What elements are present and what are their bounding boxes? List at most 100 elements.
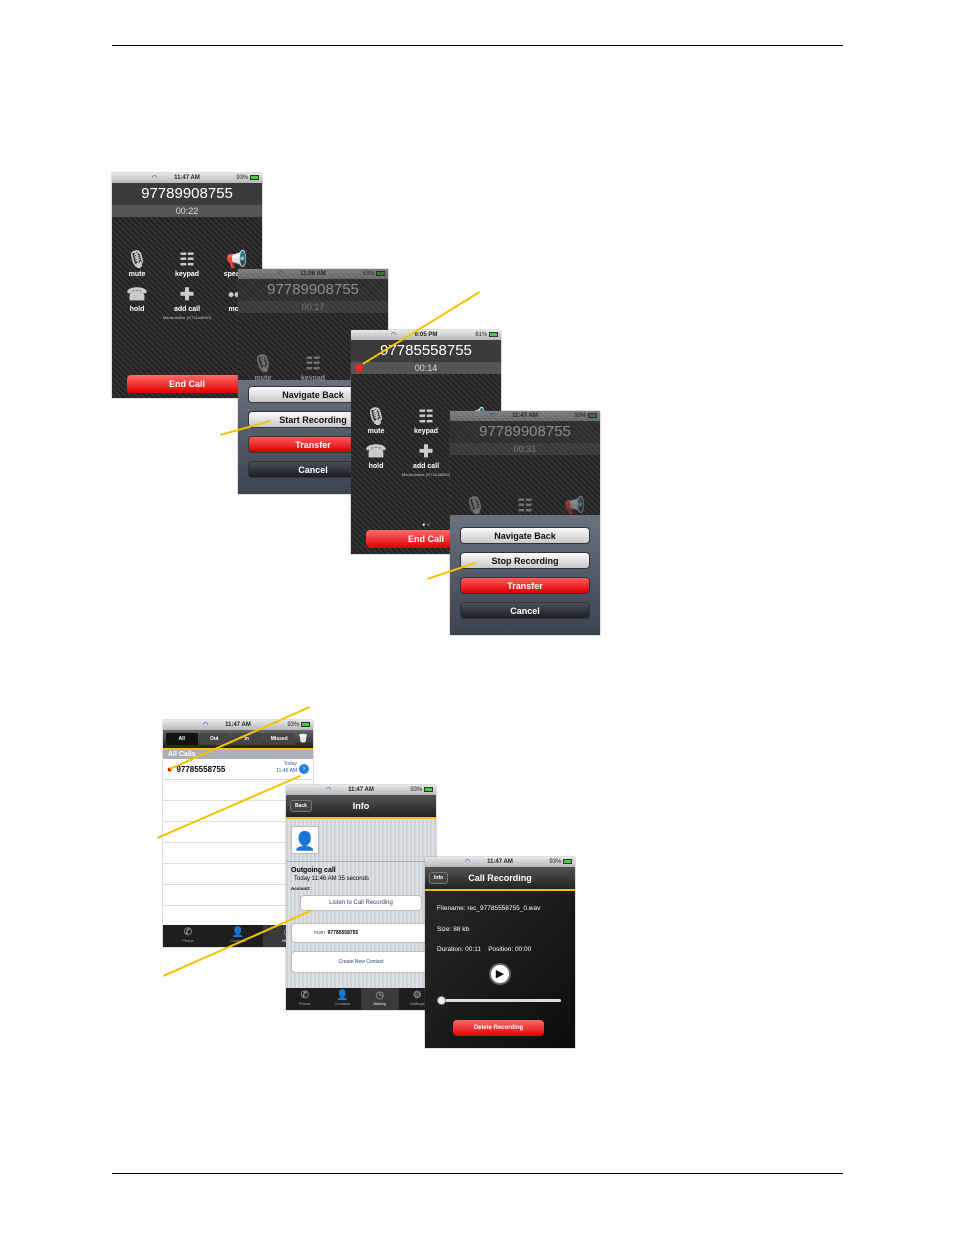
keypad-button: ☷keypad: [288, 353, 338, 382]
speaker-icon: 📢: [226, 250, 248, 269]
nav-title: Call Recording: [468, 873, 532, 883]
action-sheet: Navigate Back Stop Recording Transfer Ca…: [450, 515, 600, 635]
keypad-icon: ☷: [305, 354, 321, 373]
battery-level: 93%: [574, 413, 587, 419]
contact-avatar-icon: 👤: [291, 826, 319, 854]
keypad-icon: ☷: [179, 250, 195, 269]
label: keypad: [413, 428, 439, 435]
keypad-icon: ☷: [517, 496, 533, 515]
call-number: 97789908755: [112, 183, 262, 205]
battery-level: 93%: [362, 271, 375, 277]
battery-level: 93%: [549, 859, 562, 865]
status-time: 11:47 AM: [225, 722, 251, 728]
wifi-icon: ◠: [203, 722, 209, 728]
label: mute: [367, 428, 385, 435]
label: keypad: [174, 271, 200, 278]
entry-day: Today: [283, 761, 297, 767]
label: hold: [129, 306, 145, 313]
keypad-button[interactable]: ☷ keypad: [401, 406, 451, 435]
file-size: Size: 88 kb: [437, 925, 470, 933]
mic-icon: 🎙: [126, 250, 148, 269]
battery-level: 93%: [236, 175, 249, 181]
tab-phone[interactable]: ✆ Phone: [286, 988, 324, 1010]
info-screen: ◠ 11:47 AM 93% Back Info 👤 Outgoing call To…: [286, 785, 436, 1010]
call-timer: 00:17: [238, 301, 388, 313]
tab-contacts[interactable]: 👤Contacts: [324, 988, 362, 1010]
wifi-icon: ◠: [465, 859, 471, 865]
stop-recording-button[interactable]: Stop Recording: [460, 552, 590, 569]
mic-icon: 🎙: [464, 496, 486, 515]
delete-recording-button[interactable]: Delete Recording: [453, 1020, 544, 1036]
slider-knob[interactable]: [437, 996, 446, 1005]
mic-icon: 🎙: [252, 354, 274, 373]
trash-icon[interactable]: 🗑: [296, 733, 310, 745]
label: hold: [368, 463, 384, 470]
battery-level: 61%: [475, 332, 488, 338]
battery-icon: [424, 786, 433, 792]
filter-all[interactable]: All: [166, 733, 198, 745]
back-button[interactable]: Info: [429, 872, 449, 884]
call-detail: Today 11:46 AM 35 seconds: [294, 876, 369, 882]
contacts-icon: 👤: [231, 927, 245, 938]
phone-hold-icon: ☎: [365, 442, 387, 461]
battery-icon: [250, 174, 259, 180]
tab-history[interactable]: ◷History: [361, 988, 399, 1010]
account-label: Account:: [291, 886, 311, 891]
detail-disclosure-icon[interactable]: ›: [299, 764, 309, 774]
mute-button[interactable]: 🎙 mute: [112, 249, 162, 278]
transfer-button[interactable]: Transfer: [460, 577, 590, 594]
back-button[interactable]: Back: [290, 800, 312, 812]
label: Contacts: [334, 1001, 351, 1006]
battery-icon: [489, 331, 498, 337]
status-time: 11:47 AM: [348, 787, 374, 793]
mute-button: 🎙mute: [238, 353, 288, 382]
add-call-button[interactable]: ✚ add call: [162, 284, 212, 313]
position: Position: 00:00: [488, 946, 532, 953]
position-slider[interactable]: [437, 996, 561, 1005]
cancel-button[interactable]: Cancel: [460, 602, 590, 619]
status-time: 11:47 AM: [512, 413, 538, 419]
play-button[interactable]: ▶: [489, 963, 511, 985]
label: main: [314, 930, 325, 936]
wifi-icon: ◠: [391, 332, 397, 338]
wifi-icon: ◠: [326, 787, 332, 793]
hold-button[interactable]: ☎ hold: [351, 441, 401, 470]
section-header: All Calls: [163, 750, 313, 759]
duration: Duration: 00:11: [437, 946, 481, 953]
call-timer: 00:14: [351, 362, 501, 374]
speaker-icon: 📢: [564, 496, 586, 515]
call-number: 97789908755: [450, 421, 600, 443]
call-timer: 00:31: [450, 443, 600, 455]
status-time: 11:47 AM: [487, 859, 513, 865]
footer-rule: [112, 1173, 843, 1174]
listen-recording-button[interactable]: Listen to Call Recording: [300, 895, 422, 911]
entry-number: 97785558755: [176, 764, 226, 774]
create-contact-button[interactable]: Create New Contact: [291, 951, 431, 973]
hold-button[interactable]: ☎ hold: [112, 284, 162, 313]
plus-icon: ✚: [179, 285, 195, 304]
main-number-row[interactable]: main 97785558755: [291, 923, 431, 943]
battery-icon: [301, 721, 310, 727]
navigate-back-button[interactable]: Navigate Back: [460, 527, 590, 544]
label: add call: [412, 463, 440, 470]
phone-icon: ✆: [300, 990, 309, 1001]
filter-missed[interactable]: Missed: [263, 733, 295, 745]
keypad-button[interactable]: ☷ keypad: [162, 249, 212, 278]
end-call-button[interactable]: End Call: [127, 375, 247, 393]
label: Phone: [298, 1001, 311, 1006]
status-time: 11:06 AM: [300, 271, 326, 277]
battery-level: 93%: [410, 787, 423, 793]
call-number: 97785558755: [351, 340, 501, 362]
entry-time: 11:46 AM: [276, 768, 297, 774]
tab-bar: ✆ Phone 👤 Contacts ◷ History ⚙ Settings: [286, 988, 436, 1010]
label: Settings: [410, 1001, 425, 1006]
tab-phone[interactable]: ✆ Phone: [163, 925, 213, 947]
label: History: [373, 1001, 386, 1006]
call-type: Outgoing call: [291, 867, 336, 874]
tab-contacts[interactable]: 👤Contacts: [213, 925, 263, 947]
contacts-icon: 👤: [336, 990, 349, 1001]
battery-level: 93%: [287, 722, 300, 728]
mute-button[interactable]: 🎙 mute: [351, 406, 401, 435]
add-call-button[interactable]: ✚ add call: [401, 441, 451, 470]
call-recording-screen: ◠ 11:47 AM 93% Info Call Recording Filename…: [425, 857, 575, 1048]
